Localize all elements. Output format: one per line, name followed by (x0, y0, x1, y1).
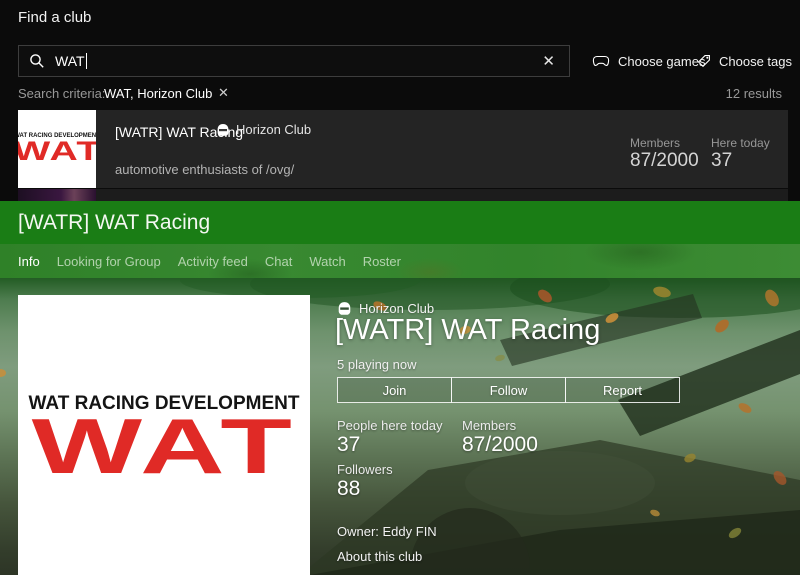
remove-criteria-icon[interactable]: ✕ (218, 85, 229, 101)
followers-value: 88 (337, 477, 360, 501)
result-here-today-value: 37 (711, 150, 732, 172)
result-here-today-label: Here today (711, 136, 770, 150)
choose-games-label: Choose games (618, 54, 705, 69)
tab-chat[interactable]: Chat (265, 254, 292, 269)
playing-now-status: 5 playing now (337, 357, 417, 372)
tab-roster[interactable]: Roster (363, 254, 401, 269)
tab-activity-feed[interactable]: Activity feed (178, 254, 248, 269)
tab-info[interactable]: Info (18, 254, 40, 269)
text-caret (86, 53, 87, 69)
club-result-row[interactable]: WAT RACING DEVELOPMENT WAT [WATR] WAT Ra… (18, 110, 788, 188)
join-button[interactable]: Join (337, 377, 452, 403)
club-logo-card: WAT RACING DEVELOPMENT WAT (18, 295, 310, 575)
people-here-today-value: 37 (337, 433, 360, 457)
page-title: Find a club (18, 9, 91, 26)
club-owner: Owner: Eddy FIN (337, 524, 437, 539)
members-value: 87/2000 (462, 433, 538, 457)
report-button[interactable]: Report (565, 377, 680, 403)
choose-games-button[interactable]: Choose games (592, 45, 705, 77)
search-criteria-value: WAT, Horizon Club (104, 86, 212, 101)
people-here-today-label: People here today (337, 418, 443, 433)
club-tabbar: Info Looking for Group Activity feed Cha… (0, 244, 800, 278)
club-banner: [WATR] WAT Racing (0, 201, 800, 244)
result-members-label: Members (630, 136, 680, 150)
next-result-row-partial[interactable] (18, 189, 788, 201)
search-icon (29, 53, 45, 69)
club-action-buttons: Join Follow Report (337, 377, 680, 403)
about-this-club-link[interactable]: About this club (337, 549, 422, 564)
gamepad-icon (592, 55, 610, 68)
club-banner-title: [WATR] WAT Racing (18, 211, 210, 235)
results-count: 12 results (602, 86, 782, 101)
club-result-thumbnail: WAT RACING DEVELOPMENT WAT (18, 110, 96, 188)
tab-looking-for-group[interactable]: Looking for Group (57, 254, 161, 269)
search-criteria-label: Search criteria: (18, 86, 105, 101)
next-result-thumbnail (18, 189, 96, 201)
club-logo-text-big: WAT (18, 407, 310, 485)
followers-label: Followers (337, 462, 393, 477)
choose-tags-label: Choose tags (719, 54, 792, 69)
result-club-type-label: Horizon Club (236, 122, 311, 137)
tab-watch[interactable]: Watch (309, 254, 345, 269)
choose-tags-button[interactable]: Choose tags (697, 45, 792, 77)
result-members-value: 87/2000 (630, 150, 699, 172)
search-query-text: WAT (55, 53, 85, 69)
result-description: automotive enthusiasts of /ovg/ (115, 162, 294, 177)
tag-icon (697, 54, 711, 68)
result-club-type: Horizon Club (216, 122, 311, 137)
horizon-helmet-icon (216, 123, 230, 137)
follow-button[interactable]: Follow (451, 377, 566, 403)
clear-search-icon[interactable]: ✕ (538, 52, 559, 71)
search-input[interactable]: WAT ✕ (18, 45, 570, 77)
members-label: Members (462, 418, 516, 433)
find-a-club-screen: Find a club WAT ✕ Choose games Choose ta… (0, 0, 800, 575)
club-page-title: [WATR] WAT Racing (335, 314, 600, 347)
thumb-logo-text-big: WAT (18, 139, 96, 165)
